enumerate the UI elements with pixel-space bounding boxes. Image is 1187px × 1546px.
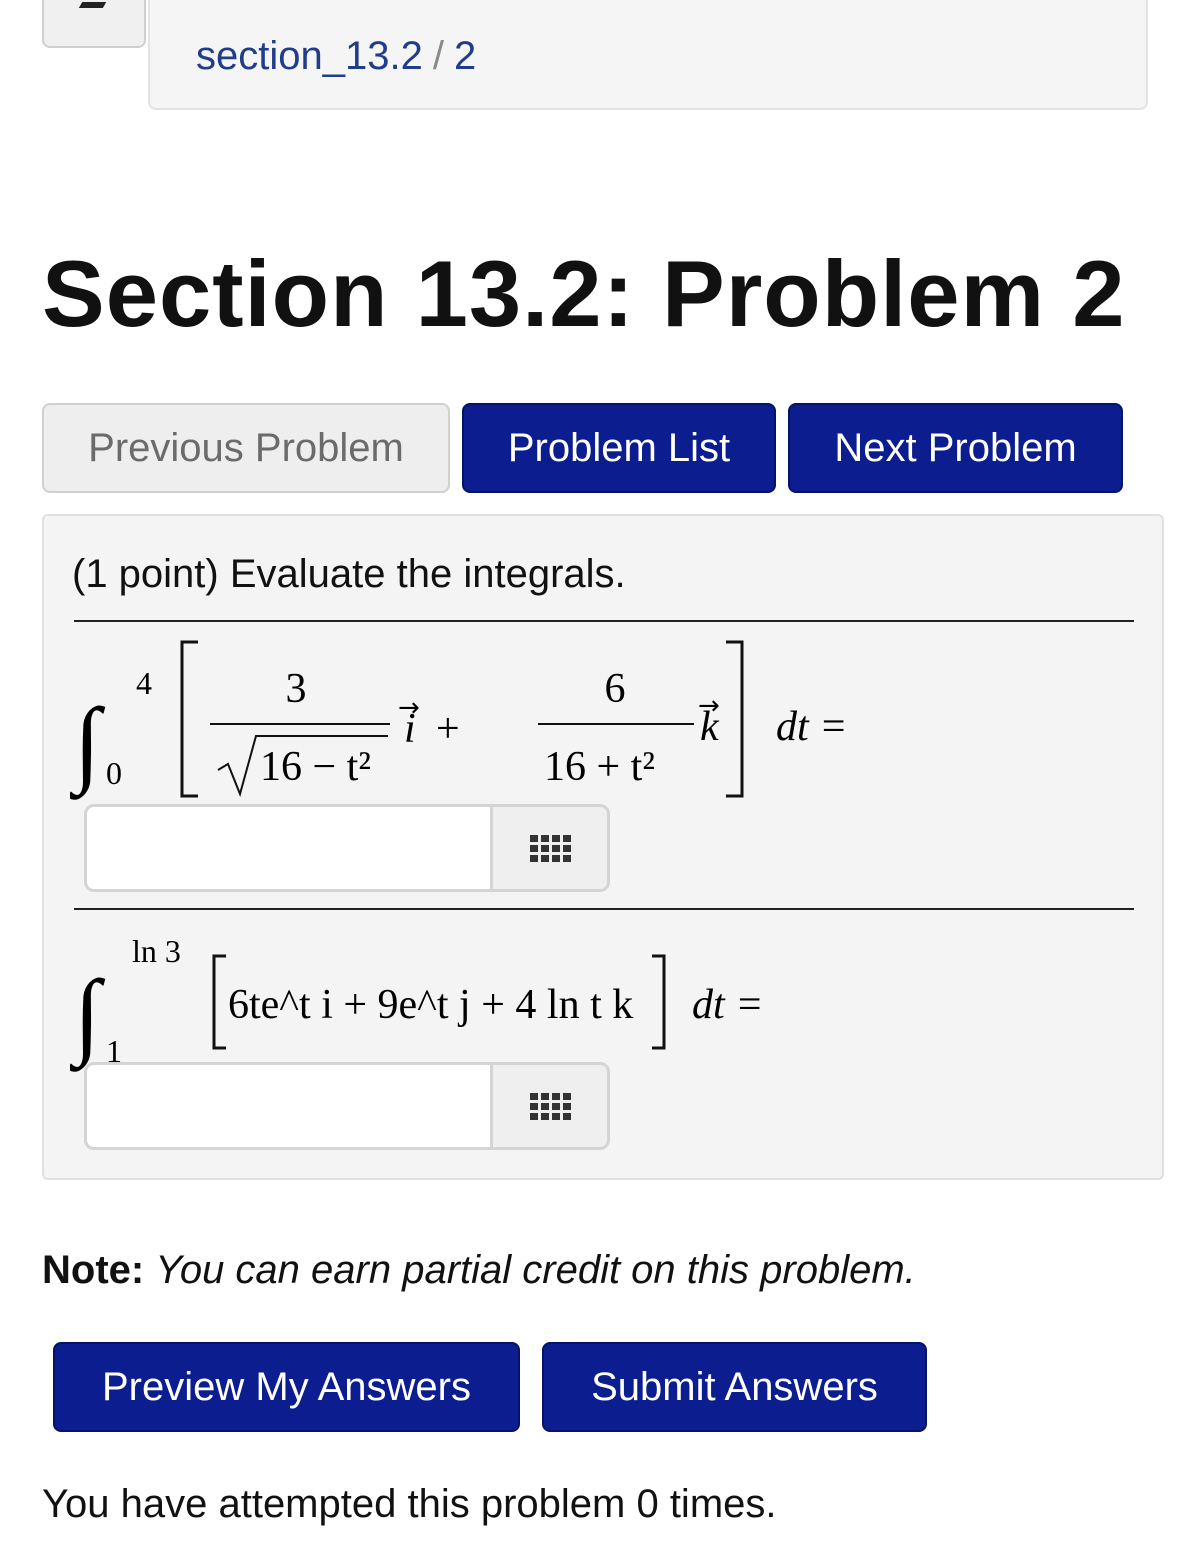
grid-icon [529, 834, 571, 862]
integral-1-dt: dt = [776, 704, 848, 750]
menu-toggle-button[interactable] [42, 0, 146, 48]
term1-numerator: 3 [286, 666, 307, 712]
next-problem-button[interactable]: Next Problem [788, 403, 1123, 493]
answer-input-1[interactable] [84, 804, 490, 892]
breadcrumb-link-webwork[interactable]: webwork [196, 0, 354, 8]
equation-editor-button[interactable] [490, 804, 610, 892]
term2-denominator: 16 + t² [544, 744, 655, 790]
integral-sign: ∫ [70, 960, 106, 1072]
breadcrumb-separator: / [432, 34, 444, 78]
term1-denominator: 16 − t² [260, 744, 371, 790]
divider [74, 620, 1134, 622]
page-title: Section 13.2: Problem 2 [42, 241, 1126, 346]
integral-2-body: 6te^t i + 9e^t j + 4 ln t k [228, 982, 633, 1028]
previous-problem-button[interactable]: Previous Problem [42, 403, 450, 493]
vector-arrow-icon: → [398, 693, 420, 723]
right-bracket [652, 954, 666, 1050]
breadcrumb-link-course[interactable]: mat21c-fur-summer1-2022 [385, 0, 859, 8]
problem-card: (1 point) Evaluate the integrals. ∫ 4 0 … [42, 514, 1164, 1180]
breadcrumb-link-set[interactable]: section_13.2 [196, 34, 423, 78]
integral-2-upper: ln 3 [132, 933, 181, 969]
pencil-icon [78, 0, 114, 8]
preview-answers-button[interactable]: Preview My Answers [53, 1342, 520, 1432]
problem-list-button[interactable]: Problem List [462, 403, 776, 493]
integral-1-lower: 0 [106, 755, 122, 791]
integral-1-upper: 4 [136, 665, 152, 701]
vector-arrow-icon: → [698, 691, 720, 721]
breadcrumb-line-bottom: section_13.2/2 [196, 34, 476, 79]
integral-sign: ∫ [70, 688, 106, 800]
submit-answers-button[interactable]: Submit Answers [542, 1342, 927, 1432]
integral-2-dt: dt = [692, 982, 764, 1028]
answer-input-2[interactable] [84, 1062, 490, 1150]
right-bracket [726, 640, 744, 798]
attempts-count: You have attempted this problem 0 times. [42, 1482, 777, 1526]
breadcrumb-current: 2 [453, 34, 477, 78]
left-bracket [212, 954, 226, 1050]
left-bracket [180, 640, 198, 798]
note-text: You can earn partial credit on this prob… [155, 1248, 916, 1292]
breadcrumb-separator: / [858, 0, 889, 8]
divider [74, 908, 1134, 910]
note-label: Note: [42, 1248, 145, 1292]
breadcrumb: webwork/mat21c-fur-summer1-2022/ section… [148, 0, 1148, 110]
integral-1-math: ∫ 4 0 3 16 − t² i → + 6 16 + t² k → dt = [70, 640, 848, 800]
breadcrumb-line-top: webwork/mat21c-fur-summer1-2022/ [196, 0, 890, 9]
grid-icon [529, 1092, 571, 1120]
breadcrumb-separator: / [354, 0, 385, 8]
equation-editor-button[interactable] [490, 1062, 610, 1150]
term2-numerator: 6 [605, 666, 626, 712]
plus-sign: + [436, 706, 460, 752]
partial-credit-note: Note: You can earn partial credit on thi… [42, 1248, 916, 1293]
integral-2-math: ∫ ln 3 1 6te^t i + 9e^t j + 4 ln t k dt … [70, 933, 764, 1072]
problem-intro: (1 point) Evaluate the integrals. [72, 552, 626, 596]
